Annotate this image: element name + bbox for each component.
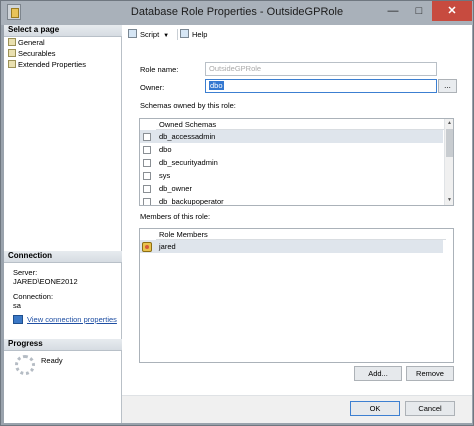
dialog-footer: OK Cancel [122, 395, 472, 423]
title-bar[interactable]: Database Role Properties - OutsideGPRole… [1, 1, 473, 25]
left-panel: Select a page General Securables Extende… [4, 25, 122, 423]
server-value: JARED\EONE2012 [13, 277, 78, 286]
schema-checkbox[interactable] [143, 185, 151, 193]
nav-item-label: Securables [18, 49, 56, 58]
schema-checkbox[interactable] [143, 198, 151, 205]
role-name-field[interactable]: OutsideGPRole [205, 62, 437, 76]
owned-schemas-grid[interactable]: Owned Schemas db_accessadmin dbo db_secu… [139, 118, 454, 206]
role-name-label: Role name: [140, 65, 179, 74]
page-icon [8, 38, 16, 46]
ok-button[interactable]: OK [350, 401, 400, 416]
browse-owner-button[interactable]: ... [438, 79, 457, 93]
toolbar-separator [177, 29, 178, 40]
help-icon [180, 29, 189, 38]
schema-checkbox[interactable] [143, 133, 151, 141]
progress-heading: Progress [4, 339, 122, 351]
schema-row[interactable]: db_owner [140, 182, 443, 195]
cancel-button[interactable]: Cancel [405, 401, 455, 416]
progress-spinner-icon [15, 355, 35, 375]
schema-row[interactable]: db_backupoperator [140, 195, 443, 206]
script-icon [128, 29, 137, 38]
progress-status: Ready [41, 356, 63, 365]
maximize-button[interactable]: □ [406, 1, 432, 21]
script-button[interactable]: Script ▼ [128, 29, 169, 39]
select-page-heading: Select a page [4, 25, 122, 37]
script-label: Script [140, 30, 160, 39]
schema-checkbox[interactable] [143, 172, 151, 180]
members-label: Members of this role: [140, 212, 211, 221]
help-button[interactable]: Help [180, 29, 207, 39]
connection-heading: Connection [4, 251, 122, 263]
member-row[interactable]: jared [140, 240, 443, 253]
user-icon [142, 242, 152, 252]
server-label: Server: [13, 268, 38, 277]
role-members-header: Role Members [156, 229, 446, 240]
schema-row[interactable]: dbo [140, 143, 443, 156]
owner-field[interactable]: dbo [205, 79, 437, 93]
page-icon [8, 49, 16, 57]
owner-label: Owner: [140, 83, 165, 92]
chevron-down-icon[interactable]: ▼ [163, 33, 169, 39]
scroll-up-icon[interactable]: ▲ [445, 119, 453, 128]
connection-value: sa [13, 301, 21, 310]
main-panel: Script ▼ Help Role name: OutsideGPRole Ow… [122, 25, 472, 395]
page-icon [8, 60, 16, 68]
role-members-grid[interactable]: Role Members jared [139, 228, 454, 363]
schema-name: db_accessadmin [159, 132, 216, 141]
nav-item-securables[interactable]: Securables [8, 49, 56, 59]
remove-member-button[interactable]: Remove [406, 366, 454, 381]
schema-name: db_backupoperator [159, 197, 224, 206]
nav-item-general[interactable]: General [8, 38, 45, 48]
view-connection-properties-link[interactable]: View connection properties [27, 315, 117, 324]
schema-row[interactable]: sys [140, 169, 443, 182]
nav-item-label: General [18, 38, 45, 47]
nav-item-label: Extended Properties [18, 60, 86, 69]
toolbar: Script ▼ Help [122, 25, 472, 43]
scroll-down-icon[interactable]: ▼ [445, 196, 453, 205]
schema-name: sys [159, 171, 171, 180]
schema-checkbox[interactable] [143, 159, 151, 167]
close-button[interactable]: ✕ [432, 1, 472, 21]
add-member-button[interactable]: Add... [354, 366, 402, 381]
connection-properties-icon [13, 315, 23, 324]
owner-value: dbo [209, 81, 224, 90]
schema-row[interactable]: db_accessadmin [140, 130, 443, 143]
schema-name: dbo [159, 145, 172, 154]
schema-checkbox[interactable] [143, 146, 151, 154]
help-label: Help [192, 30, 208, 39]
minimize-button[interactable]: — [380, 1, 406, 21]
connection-label: Connection: [13, 292, 54, 301]
dialog-window: Database Role Properties - OutsideGPRole… [0, 0, 474, 426]
scroll-thumb[interactable] [446, 129, 453, 157]
nav-item-extended-properties[interactable]: Extended Properties [8, 60, 86, 70]
member-name: jared [159, 242, 176, 251]
schemas-scrollbar[interactable]: ▲ ▼ [444, 119, 453, 205]
schema-row[interactable]: db_securityadmin [140, 156, 443, 169]
schema-name: db_owner [159, 184, 192, 193]
schemas-label: Schemas owned by this role: [140, 101, 236, 110]
schema-name: db_securityadmin [159, 158, 218, 167]
owned-schemas-header: Owned Schemas [156, 119, 446, 130]
